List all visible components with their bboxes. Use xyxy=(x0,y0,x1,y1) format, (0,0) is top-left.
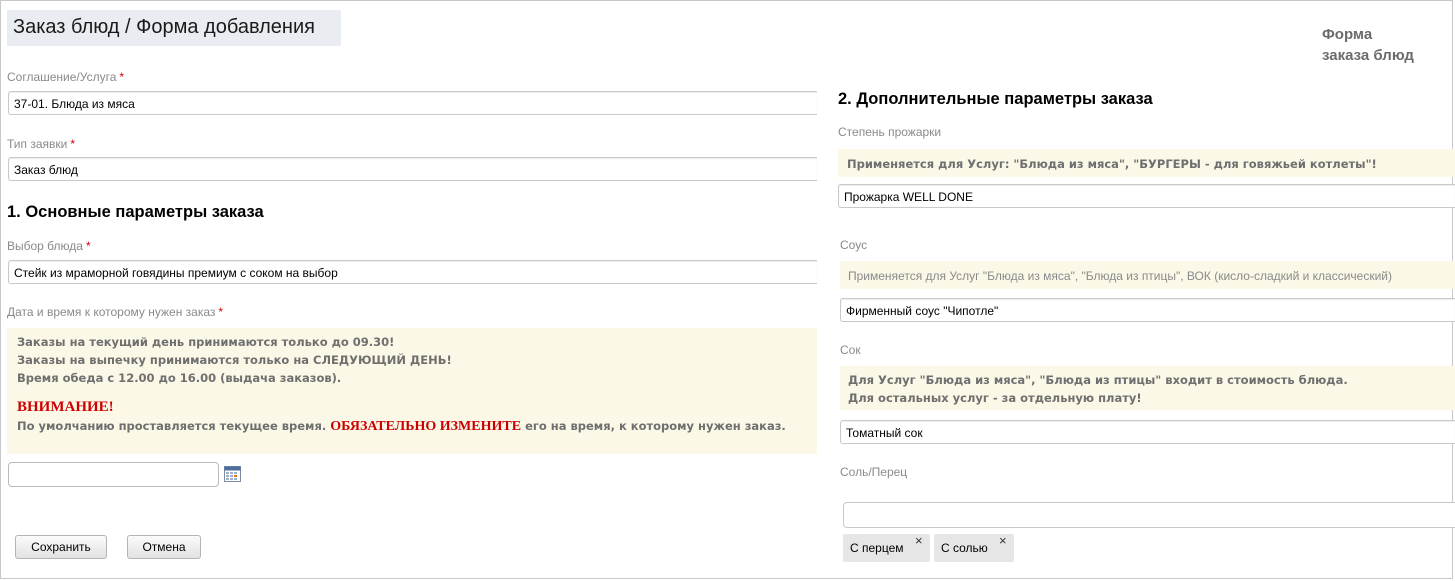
juice-field[interactable]: Томатный сок xyxy=(840,420,1455,444)
agreement-label-text: Соглашение/Услуга xyxy=(7,70,117,84)
tag-salt: С солью × xyxy=(934,533,1014,562)
calendar-icon[interactable] xyxy=(224,466,241,482)
sauce-note: Применяется для Услуг "Блюда из мяса", "… xyxy=(840,261,1455,289)
tag-label: С солью xyxy=(941,541,988,555)
request-type-field[interactable]: Заказ блюд xyxy=(8,157,817,181)
note-line: Время обеда с 12.00 до 16.00 (выдача зак… xyxy=(17,371,342,385)
tag-label: С перцем xyxy=(850,541,904,555)
required-mark: * xyxy=(119,70,125,84)
section-extra-params-title: 2. Дополнительные параметры заказа xyxy=(838,90,1153,108)
warning-emphasis: ОБЯЗАТЕЛЬНО ИЗМЕНИТЕ xyxy=(330,419,522,434)
required-mark: * xyxy=(218,305,224,319)
form-caption: Форма заказа блюд xyxy=(1322,24,1442,66)
form-caption-line1: Форма xyxy=(1322,26,1373,43)
datetime-note: Заказы на текущий день принимаются тольк… xyxy=(7,328,817,454)
required-mark: * xyxy=(85,239,91,253)
warning-title: ВНИМАНИЕ! xyxy=(17,399,114,415)
doneness-label: Степень прожарки xyxy=(838,125,942,139)
form-caption-line2: заказа блюд xyxy=(1322,47,1414,64)
cancel-button[interactable]: Отмена xyxy=(127,535,201,559)
datetime-input[interactable] xyxy=(8,462,219,487)
dish-field[interactable]: Стейк из мраморной говядины премиум с со… xyxy=(8,260,817,284)
doneness-note: Применяется для Услуг: "Блюда из мяса", … xyxy=(838,149,1455,177)
request-type-label-text: Тип заявки xyxy=(7,137,68,151)
dish-label-text: Выбор блюда xyxy=(7,239,83,253)
doneness-field[interactable]: Прожарка WELL DONE xyxy=(838,184,1455,208)
required-mark: * xyxy=(70,137,76,151)
request-type-label: Тип заявки * xyxy=(7,137,75,151)
note-line: Применяется для Услуг "Блюда из мяса", "… xyxy=(848,269,1393,283)
note-line: Заказы на выпечку принимаются только на … xyxy=(17,353,452,367)
close-icon[interactable]: × xyxy=(915,533,923,548)
sauce-label: Соус xyxy=(840,238,868,252)
datetime-label: Дата и время к которому нужен заказ * xyxy=(7,305,223,319)
save-button[interactable]: Сохранить xyxy=(15,535,107,559)
warning-text: По умолчанию проставляется текущее время… xyxy=(17,417,817,436)
note-line: Для остальных услуг - за отдельную плату… xyxy=(848,391,1142,405)
juice-note: Для Услуг "Блюда из мяса", "Блюда из пти… xyxy=(840,366,1455,410)
warning-prefix: По умолчанию проставляется текущее время… xyxy=(17,419,327,433)
page-title: Заказ блюд / Форма добавления xyxy=(7,10,341,46)
warning-suffix: его на время, к которому нужен заказ. xyxy=(525,419,786,433)
datetime-label-text: Дата и время к которому нужен заказ xyxy=(7,305,216,319)
section-main-params-title: 1. Основные параметры заказа xyxy=(7,203,264,221)
close-icon[interactable]: × xyxy=(999,533,1007,548)
note-line: Применяется для Услуг: "Блюда из мяса", … xyxy=(847,157,1377,171)
salt-pepper-label: Соль/Перец xyxy=(840,465,908,479)
tag-pepper: С перцем × xyxy=(843,533,930,562)
agreement-label: Соглашение/Услуга * xyxy=(7,70,124,84)
sauce-field[interactable]: Фирменный соус "Чипотле" xyxy=(840,298,1455,322)
dish-label: Выбор блюда * xyxy=(7,239,91,253)
form-frame xyxy=(0,0,1453,579)
note-line: Для Услуг "Блюда из мяса", "Блюда из пти… xyxy=(848,373,1348,387)
juice-label: Сок xyxy=(840,343,861,357)
note-line: Заказы на текущий день принимаются тольк… xyxy=(17,335,395,349)
agreement-field[interactable]: 37-01. Блюда из мяса xyxy=(8,91,817,115)
salt-pepper-input[interactable] xyxy=(843,502,1455,528)
